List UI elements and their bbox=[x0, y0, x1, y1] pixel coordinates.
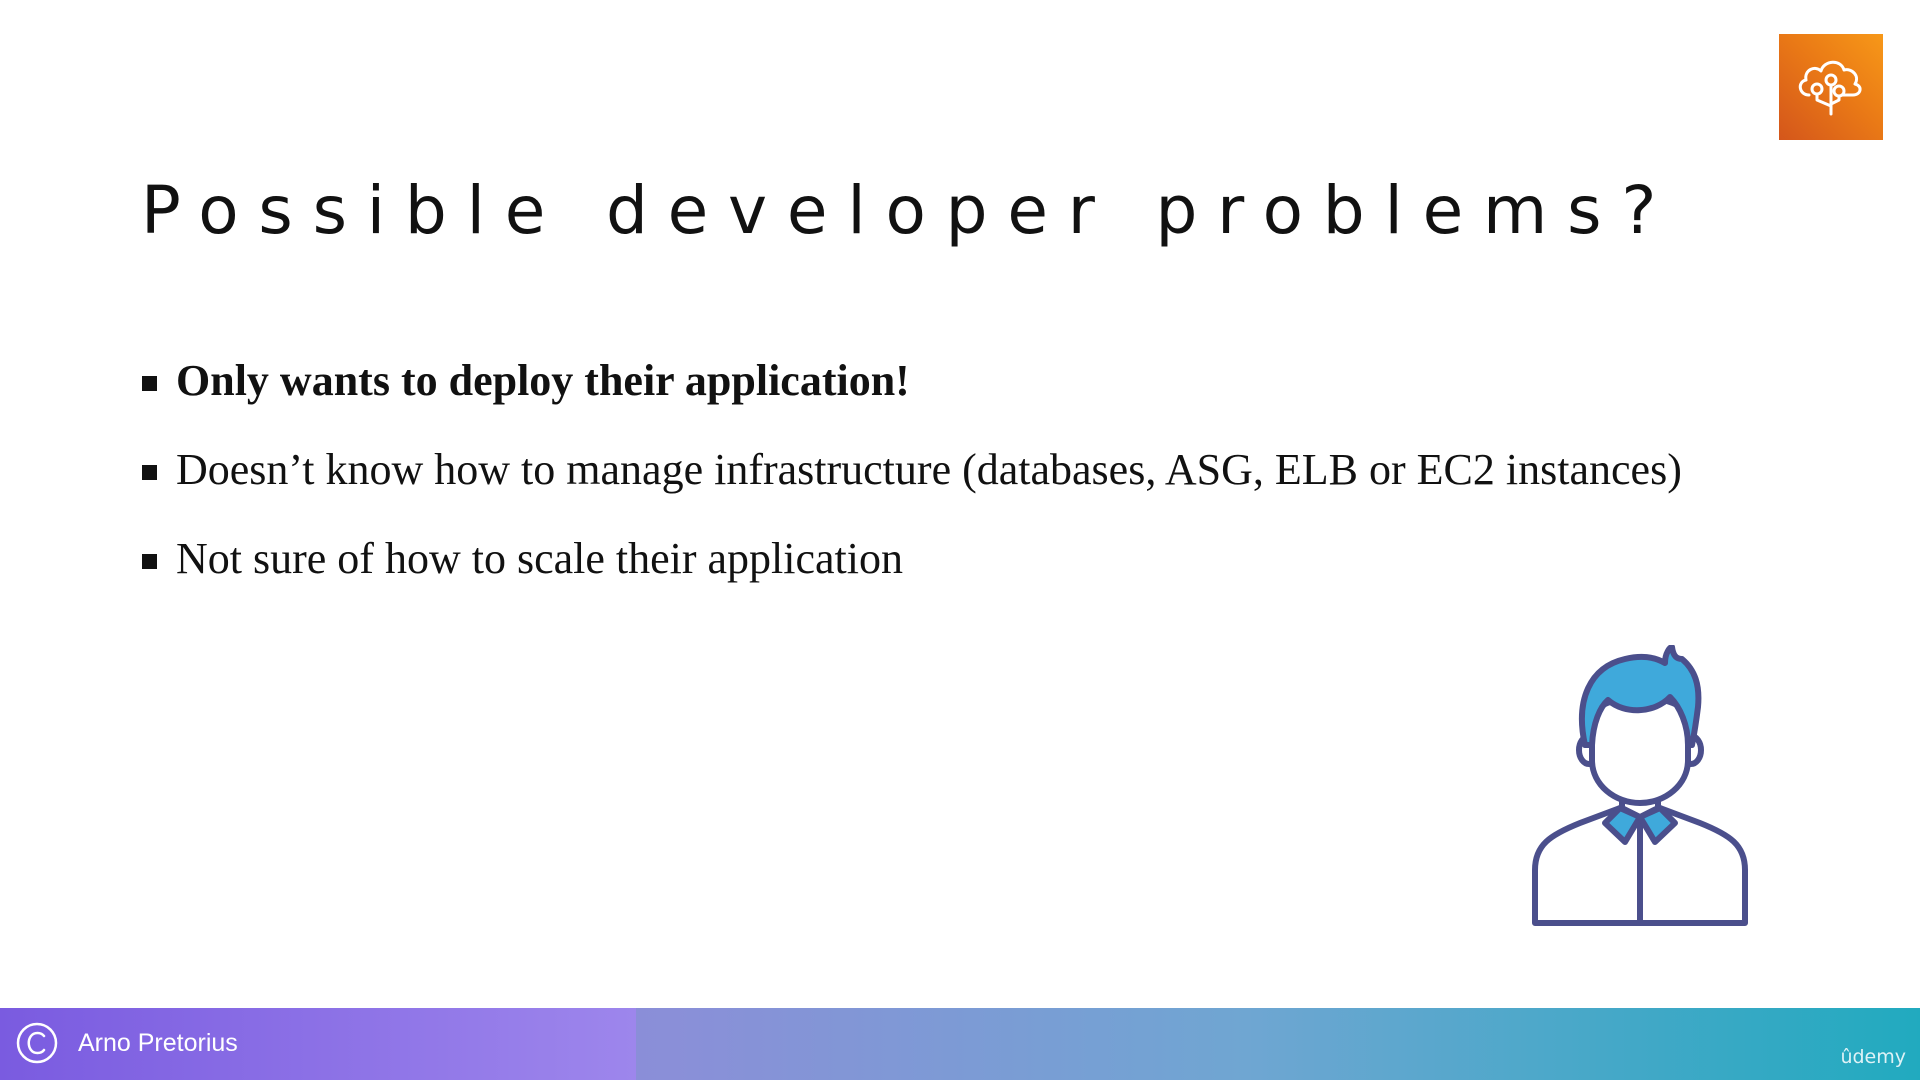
elastic-beanstalk-service-icon bbox=[1779, 34, 1883, 140]
square-bullet-icon bbox=[142, 376, 157, 391]
bullet-item: Doesn’t know how to manage infrastructur… bbox=[142, 445, 1682, 534]
bullet-text: Only wants to deploy their application! bbox=[176, 356, 910, 405]
bullet-item: Only wants to deploy their application! bbox=[142, 356, 1682, 445]
udemy-watermark: ûdemy bbox=[1840, 1046, 1906, 1068]
footer-author-section: Arno Pretorius bbox=[0, 1008, 636, 1080]
slide-title: Possible developer problems? bbox=[141, 172, 1677, 249]
copyright-icon bbox=[16, 1022, 58, 1064]
bullet-list: Only wants to deploy their application! … bbox=[142, 356, 1682, 623]
author-name: Arno Pretorius bbox=[78, 1029, 238, 1057]
square-bullet-icon bbox=[142, 465, 157, 480]
bullet-text: Doesn’t know how to manage infrastructur… bbox=[176, 445, 1682, 494]
bullet-text: Not sure of how to scale their applicati… bbox=[176, 534, 904, 583]
cloud-icon bbox=[1798, 60, 1862, 116]
bullet-item: Not sure of how to scale their applicati… bbox=[142, 534, 1682, 623]
slide: Possible developer problems? Only wants … bbox=[0, 0, 1920, 1080]
developer-person-icon bbox=[1532, 645, 1748, 926]
footer-bar: Arno Pretorius ûdemy bbox=[0, 1008, 1920, 1080]
square-bullet-icon bbox=[142, 554, 157, 569]
